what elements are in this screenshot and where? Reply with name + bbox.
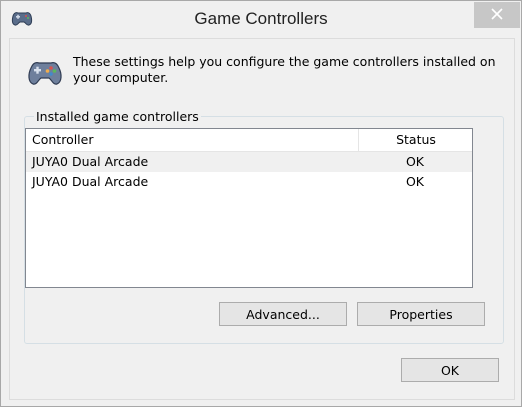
- controller-list[interactable]: Controller Status JUYA0 Dual Arcade OK J…: [25, 128, 473, 288]
- close-button[interactable]: [474, 2, 520, 28]
- controller-name: JUYA0 Dual Arcade: [32, 154, 149, 169]
- gamepad-icon: [25, 54, 65, 90]
- advanced-button[interactable]: Advanced...: [219, 302, 347, 326]
- game-controllers-dialog: Game Controllers These settings help you…: [0, 0, 522, 407]
- properties-button[interactable]: Properties: [357, 302, 485, 326]
- dialog-body: These settings help you configure the ga…: [9, 38, 515, 400]
- controller-status: OK: [405, 174, 425, 189]
- title-bar[interactable]: Game Controllers: [1, 1, 521, 38]
- list-header: Controller Status: [26, 129, 472, 152]
- column-header-controller[interactable]: Controller: [26, 129, 359, 151]
- list-item[interactable]: JUYA0 Dual Arcade OK: [26, 152, 472, 172]
- close-icon: [491, 7, 503, 23]
- controller-status: OK: [405, 154, 425, 169]
- controller-name: JUYA0 Dual Arcade: [32, 174, 149, 189]
- ok-button[interactable]: OK: [401, 358, 499, 382]
- window-title: Game Controllers: [194, 9, 328, 28]
- group-label: Installed game controllers: [34, 109, 201, 124]
- list-item[interactable]: JUYA0 Dual Arcade OK: [26, 172, 472, 192]
- intro-text: These settings help you configure the ga…: [73, 54, 496, 85]
- column-header-status[interactable]: Status: [360, 129, 472, 151]
